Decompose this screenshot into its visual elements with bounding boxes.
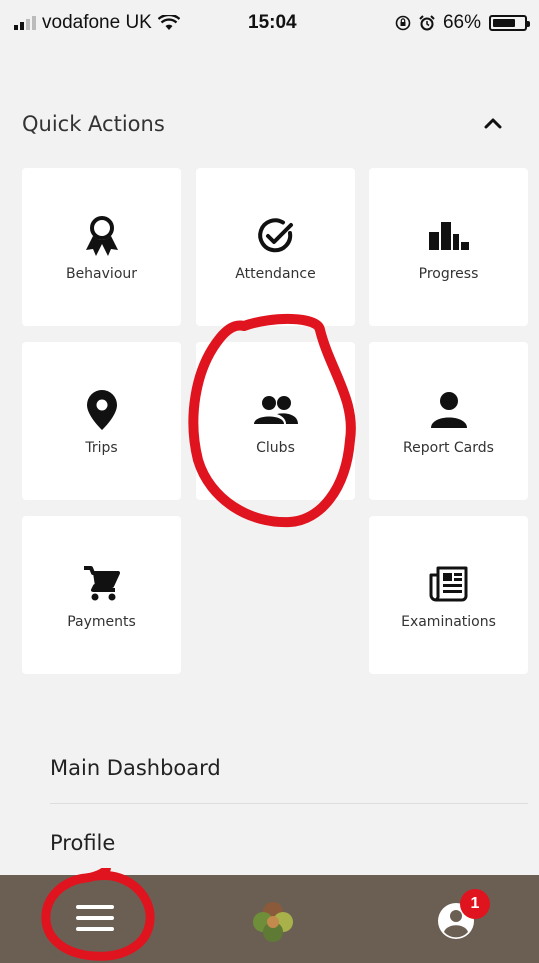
- tile-examinations[interactable]: Examinations: [369, 516, 528, 674]
- alarm-icon: [419, 15, 435, 31]
- tile-label: Examinations: [401, 614, 496, 630]
- tile-trips[interactable]: Trips: [22, 342, 181, 500]
- chevron-up-icon[interactable]: [478, 108, 508, 138]
- tile-label: Trips: [85, 440, 118, 456]
- hamburger-menu-icon[interactable]: [76, 905, 114, 933]
- menu-divider: [50, 803, 528, 804]
- person-icon: [425, 386, 473, 434]
- notification-badge: 1: [460, 889, 490, 919]
- check-circle-icon: [252, 212, 300, 260]
- battery-percent: 66%: [442, 12, 481, 33]
- award-icon: [78, 212, 126, 260]
- tile-label: Report Cards: [403, 440, 494, 456]
- tile-label: Payments: [67, 614, 136, 630]
- tile-report-cards[interactable]: Report Cards: [369, 342, 528, 500]
- location-pin-icon: [78, 386, 126, 434]
- bar-chart-icon: [425, 212, 473, 260]
- menu-item-profile[interactable]: Profile: [50, 831, 528, 855]
- tile-progress[interactable]: Progress: [369, 168, 528, 326]
- status-left: vodafone UK: [14, 12, 180, 34]
- signal-icon: [14, 16, 36, 30]
- carrier-name: vodafone UK: [42, 12, 152, 33]
- quick-actions-title: Quick Actions: [22, 112, 165, 136]
- status-right: 66%: [395, 12, 530, 34]
- people-icon: [252, 386, 300, 434]
- cart-icon: [78, 560, 126, 608]
- bottom-nav: [0, 875, 539, 963]
- status-time: 15:04: [248, 12, 297, 33]
- tile-label: Progress: [418, 266, 479, 282]
- wifi-icon: [157, 15, 180, 30]
- home-logo-icon[interactable]: [250, 899, 296, 945]
- screen-lock-icon: [395, 15, 411, 31]
- tile-clubs[interactable]: Clubs: [196, 342, 355, 500]
- tile-label: Clubs: [256, 440, 295, 456]
- tile-payments[interactable]: Payments: [22, 516, 181, 674]
- tile-label: Attendance: [235, 266, 316, 282]
- tile-behaviour[interactable]: Behaviour: [22, 168, 181, 326]
- tile-label: Behaviour: [65, 266, 138, 282]
- status-bar: vodafone UK 15:04 66%: [0, 0, 539, 48]
- menu-item-main-dashboard[interactable]: Main Dashboard: [50, 756, 528, 780]
- battery-icon: [489, 15, 530, 31]
- newspaper-icon: [425, 560, 473, 608]
- tile-attendance[interactable]: Attendance: [196, 168, 355, 326]
- quick-actions-header: Quick Actions: [22, 108, 512, 142]
